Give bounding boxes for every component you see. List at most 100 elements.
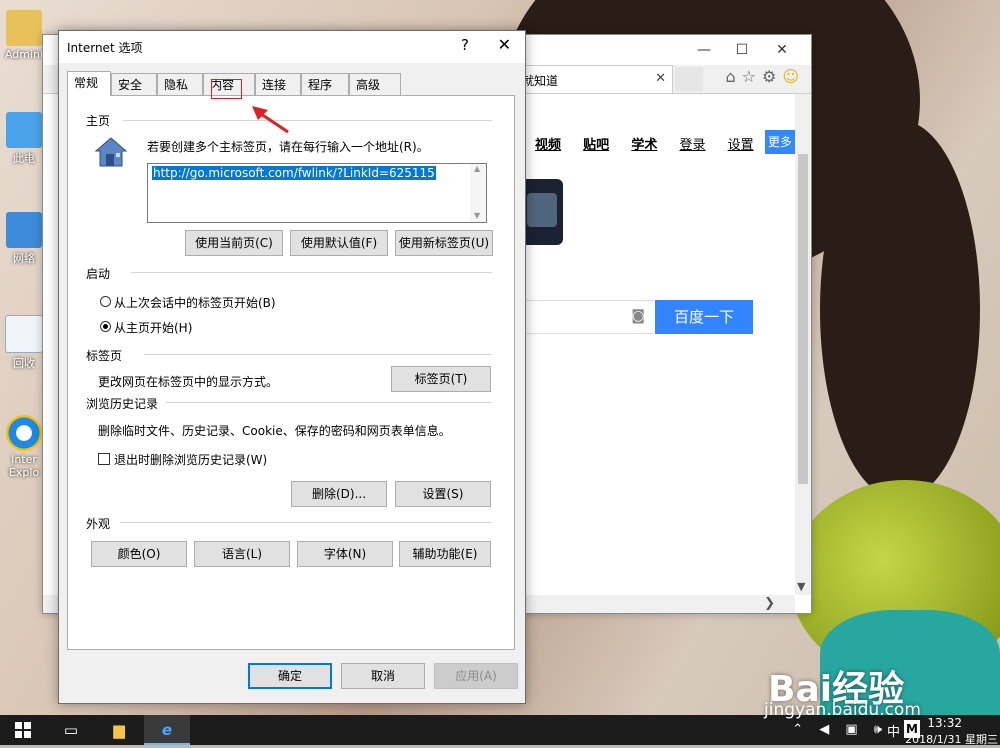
baidu-jingyan-watermark: Bai经验 jingyan.baidu.com: [762, 660, 992, 722]
use-new-tab-button[interactable]: 使用新标签页(U): [395, 230, 493, 256]
doodle-face-icon: [527, 193, 557, 227]
tab-privacy[interactable]: 隐私: [157, 73, 203, 95]
chevron-down-icon[interactable]: ▼: [797, 580, 805, 593]
radio-last-session-label[interactable]: 从上次会话中的标签页开始(B): [114, 294, 276, 311]
help-button[interactable]: ?: [461, 36, 469, 54]
homepage-url-textarea[interactable]: http://go.microsoft.com/fwlink/?LinkId=6…: [147, 163, 487, 223]
computer-icon: [6, 112, 42, 148]
homepage-divider: [123, 120, 492, 121]
baidu-nav-links: 视频 贴吧 学术 登录 设置: [535, 134, 772, 153]
minimize-button[interactable]: —: [689, 39, 719, 61]
desktop-icon-recycle-bin[interactable]: 回收: [0, 315, 48, 371]
history-description: 删除临时文件、历史记录、Cookie、保存的密码和网页表单信息。: [98, 424, 451, 438]
smiley-icon[interactable]: ☺: [782, 67, 805, 86]
chevron-right-icon[interactable]: ❯: [764, 596, 775, 611]
history-settings-button[interactable]: 设置(S): [395, 481, 491, 507]
new-tab-button[interactable]: [675, 67, 703, 91]
desktop-icon-label: 网络: [13, 252, 35, 265]
accessibility-button[interactable]: 辅助功能(E): [399, 541, 491, 567]
windows-logo-icon: [15, 722, 31, 738]
watermark-url: jingyan.baidu.com: [764, 700, 921, 720]
chevron-down-icon[interactable]: ▼: [474, 211, 480, 220]
tabs-divider: [144, 354, 492, 355]
nav-link-video[interactable]: 视频: [535, 138, 561, 153]
folder-icon: ▆: [113, 721, 125, 739]
ie-taskbar-button[interactable]: e: [144, 715, 190, 745]
ie-tab-title: 就知道: [522, 74, 559, 88]
languages-button[interactable]: 语言(L): [194, 541, 290, 567]
file-explorer-button[interactable]: ▆: [96, 715, 142, 745]
more-products-button[interactable]: 更多: [765, 130, 795, 154]
apply-button[interactable]: 应用(A): [434, 663, 518, 689]
ie-toolbar-icons: ⌂☆⚙☺: [725, 67, 805, 86]
nav-link-tieba[interactable]: 贴吧: [583, 138, 609, 153]
tabs-section-label: 标签页: [86, 347, 127, 364]
desktop-icon-this-pc[interactable]: 此电: [0, 112, 48, 166]
radio-home-page-label[interactable]: 从主页开始(H): [114, 319, 192, 336]
use-default-button[interactable]: 使用默认值(F): [290, 230, 388, 256]
ie-vertical-scrollbar[interactable]: ▼: [795, 94, 811, 595]
tray-icons[interactable]: ⌃ ◀ ▣ 🕪: [792, 722, 888, 737]
baidu-search-input[interactable]: ◙: [509, 300, 653, 334]
url-textarea-scrollbar[interactable]: ▲ ▼: [470, 164, 486, 222]
maximize-button[interactable]: ☐: [727, 39, 757, 61]
delete-history-button[interactable]: 删除(D)...: [291, 481, 387, 507]
cancel-button[interactable]: 取消: [341, 663, 425, 689]
chevron-up-icon[interactable]: ▲: [474, 164, 480, 173]
scroll-thumb[interactable]: [798, 154, 808, 484]
colors-button[interactable]: 颜色(O): [91, 541, 187, 567]
history-divider: [166, 402, 492, 403]
desktop-icon-label: Inter Explo: [8, 453, 40, 479]
ime-indicator[interactable]: 中: [887, 721, 900, 740]
startup-section-label: 启动: [86, 265, 115, 282]
camera-icon[interactable]: ◙: [631, 308, 645, 324]
baidu-doodle-logo: [521, 179, 563, 245]
star-icon[interactable]: ☆: [742, 67, 762, 86]
appearance-section-label: 外观: [86, 515, 115, 532]
radio-last-session[interactable]: [100, 296, 111, 307]
delete-on-exit-checkbox[interactable]: [98, 453, 110, 465]
task-view-button[interactable]: ▭: [48, 715, 94, 745]
home-icon[interactable]: ⌂: [725, 67, 741, 86]
tabs-settings-button[interactable]: 标签页(T): [391, 366, 491, 392]
general-tab-panel: 主页 若要创建多个主标签页，请在每行输入一个地址(R)。 http://go.m…: [67, 95, 515, 650]
tab-general[interactable]: 常规: [67, 71, 111, 96]
fonts-button[interactable]: 字体(N): [297, 541, 393, 567]
nav-link-settings[interactable]: 设置: [728, 138, 754, 153]
recycle-bin-icon: [5, 315, 43, 353]
radio-home-page[interactable]: [100, 321, 111, 332]
internet-explorer-icon: [6, 415, 42, 451]
wallpaper-hair-2: [820, 120, 980, 500]
dialog-close-button[interactable]: ✕: [498, 35, 511, 54]
homepage-instruction: 若要创建多个主标签页，请在每行输入一个地址(R)。: [147, 140, 429, 154]
house-icon: [94, 137, 128, 167]
close-button[interactable]: ✕: [767, 39, 797, 61]
history-section-label: 浏览历史记录: [86, 395, 163, 412]
desktop-icon-ie[interactable]: Inter Explo: [0, 415, 48, 479]
internet-explorer-icon: e: [161, 721, 173, 739]
user-folder-icon: [6, 10, 42, 46]
tab-advanced[interactable]: 高级: [349, 73, 401, 95]
ok-button[interactable]: 确定: [248, 663, 332, 689]
desktop-icon-label: 此电: [13, 152, 35, 165]
homepage-url-value: http://go.microsoft.com/fwlink/?LinkId=6…: [152, 166, 436, 180]
tab-close-icon[interactable]: ✕: [655, 71, 666, 86]
tab-connections[interactable]: 连接: [255, 73, 301, 95]
delete-on-exit-label[interactable]: 退出时删除浏览历史记录(W): [114, 451, 267, 468]
task-view-icon: ▭: [63, 721, 79, 739]
appearance-divider: [120, 522, 492, 523]
start-button[interactable]: [0, 715, 46, 745]
gear-icon[interactable]: ⚙: [762, 67, 782, 86]
baidu-search-button[interactable]: 百度一下: [655, 300, 753, 334]
nav-link-academic[interactable]: 学术: [631, 138, 657, 153]
desktop-icon-network[interactable]: 网络: [0, 212, 48, 266]
content-tab-highlight-box: [211, 79, 242, 99]
use-current-button[interactable]: 使用当前页(C): [185, 230, 283, 256]
ie-browser-tab[interactable]: 就知道 ✕: [513, 65, 673, 93]
tab-security[interactable]: 安全: [111, 73, 157, 95]
tabs-description: 更改网页在标签页中的显示方式。: [98, 375, 279, 389]
tab-programs[interactable]: 程序: [301, 73, 349, 95]
desktop-icon-label: 回收: [13, 357, 35, 370]
desktop-icon-admin[interactable]: Admini: [0, 10, 48, 61]
nav-link-login[interactable]: 登录: [679, 138, 705, 153]
